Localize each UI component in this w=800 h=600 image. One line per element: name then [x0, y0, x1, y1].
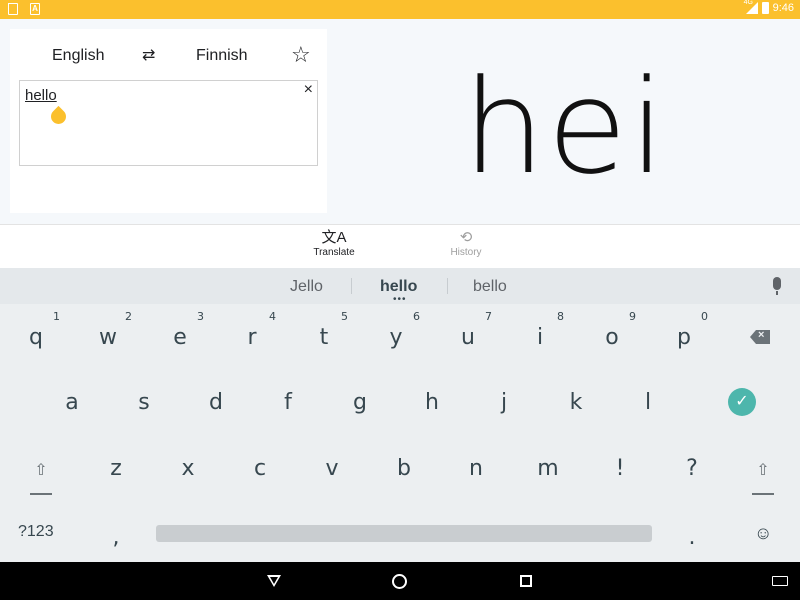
star-icon[interactable]: ☆	[291, 42, 311, 68]
key-period[interactable]: .	[662, 508, 722, 568]
key-label: p	[677, 325, 691, 350]
key-exclamation[interactable]: !	[590, 439, 650, 499]
shift-glyph: ⇧	[756, 462, 770, 479]
key-question[interactable]: ?	[662, 439, 722, 499]
more-suggestions-dots: •••	[393, 294, 407, 305]
key-hint: 4	[269, 310, 276, 323]
suggestion-item[interactable]: bello	[473, 278, 507, 296]
key-label: t	[319, 325, 329, 350]
emoji-icon[interactable]: ☺	[754, 523, 772, 544]
key-s[interactable]: s	[114, 373, 174, 433]
key-hint: 9	[629, 310, 636, 323]
history-icon: ⟲	[459, 229, 473, 246]
key-hint: 1	[53, 310, 60, 323]
key-q[interactable]: q1	[6, 308, 66, 368]
key-label: i	[536, 325, 544, 350]
network-type: 4G	[743, 0, 753, 6]
key-hint: 8	[557, 310, 564, 323]
key-l[interactable]: l	[618, 373, 678, 433]
key-a[interactable]: a	[42, 373, 102, 433]
app-notification-icon: A	[30, 3, 40, 15]
key-y[interactable]: y6	[366, 308, 426, 368]
key-x[interactable]: x	[158, 439, 218, 499]
key-o[interactable]: o9	[582, 308, 642, 368]
shift-glyph: ⇧	[34, 462, 48, 479]
enter-check-icon[interactable]: ✓	[728, 388, 756, 416]
swap-languages-icon[interactable]: ⇄	[142, 45, 155, 65]
key-hint: 7	[485, 310, 492, 323]
translation-card: English ⇄ Finnish ☆ hello ×	[10, 29, 327, 213]
key-label: r	[247, 325, 257, 350]
suggestion-strip: Jello hello ••• bello	[0, 268, 800, 305]
signal-icon: 4G	[743, 0, 758, 14]
key-e[interactable]: e3	[150, 308, 210, 368]
symbols-key[interactable]: ?123	[18, 523, 54, 541]
key-z[interactable]: z	[86, 439, 146, 499]
key-hint: 0	[701, 310, 708, 323]
home-icon[interactable]	[392, 574, 407, 589]
key-h[interactable]: h	[402, 373, 462, 433]
key-hint: 3	[197, 310, 204, 323]
translate-icon: 文A	[321, 229, 347, 246]
tab-translate[interactable]: 文A Translate	[310, 229, 358, 258]
shift-left-icon[interactable]: ⇧	[30, 460, 52, 500]
key-u[interactable]: u7	[438, 308, 498, 368]
key-v[interactable]: v	[302, 439, 362, 499]
shift-right-icon[interactable]: ⇧	[752, 460, 774, 500]
text-cursor-handle[interactable]	[47, 105, 70, 128]
backspace-icon[interactable]: ×	[750, 330, 770, 344]
key-p[interactable]: p0	[654, 308, 714, 368]
input-text[interactable]: hello	[25, 87, 57, 104]
key-d[interactable]: d	[186, 373, 246, 433]
key-m[interactable]: m	[518, 439, 578, 499]
key-hint: 5	[341, 310, 348, 323]
key-comma[interactable]: ,	[86, 508, 146, 568]
bottom-tab-bar: 文A Translate ⟲ History	[0, 224, 800, 268]
keyboard: Jello hello ••• bello q1 w2 e3 r4 t5 y6 …	[0, 268, 800, 562]
key-hint: 2	[125, 310, 132, 323]
tab-label: History	[450, 247, 482, 258]
tab-history[interactable]: ⟲ History	[442, 229, 490, 258]
source-text-input[interactable]: hello ×	[19, 80, 318, 166]
key-label: q	[29, 325, 43, 350]
key-f[interactable]: f	[258, 373, 318, 433]
navigation-bar	[0, 562, 800, 600]
key-w[interactable]: w2	[78, 308, 138, 368]
key-b[interactable]: b	[374, 439, 434, 499]
recents-icon[interactable]	[520, 575, 532, 587]
keyboard-switch-icon[interactable]	[772, 576, 788, 586]
key-j[interactable]: j	[474, 373, 534, 433]
key-t[interactable]: t5	[294, 308, 354, 368]
key-hint: 6	[413, 310, 420, 323]
tab-label: Translate	[313, 247, 355, 258]
space-bar[interactable]	[156, 525, 652, 542]
key-label: u	[461, 325, 475, 350]
backspace-glyph: ×	[758, 329, 765, 341]
key-n[interactable]: n	[446, 439, 506, 499]
suggestion-divider	[447, 278, 448, 294]
key-i[interactable]: i8	[510, 308, 570, 368]
status-bar: A 4G 9:46	[0, 0, 800, 19]
back-icon[interactable]	[267, 575, 281, 587]
key-c[interactable]: c	[230, 439, 290, 499]
source-language-button[interactable]: English	[52, 47, 104, 65]
close-icon[interactable]: ×	[304, 81, 313, 99]
battery-icon	[761, 2, 769, 14]
key-g[interactable]: g	[330, 373, 390, 433]
key-label: o	[605, 325, 619, 350]
suggestion-divider	[351, 278, 352, 294]
key-label: y	[389, 325, 403, 350]
sd-card-icon	[8, 3, 18, 15]
translation-result: hei	[462, 51, 668, 203]
clock: 9:46	[772, 2, 794, 14]
key-label: e	[173, 325, 187, 350]
key-label: w	[99, 325, 117, 350]
target-language-button[interactable]: Finnish	[196, 47, 248, 65]
microphone-icon[interactable]	[773, 277, 781, 295]
key-k[interactable]: k	[546, 373, 606, 433]
suggestion-item[interactable]: Jello	[290, 278, 323, 296]
key-r[interactable]: r4	[222, 308, 282, 368]
